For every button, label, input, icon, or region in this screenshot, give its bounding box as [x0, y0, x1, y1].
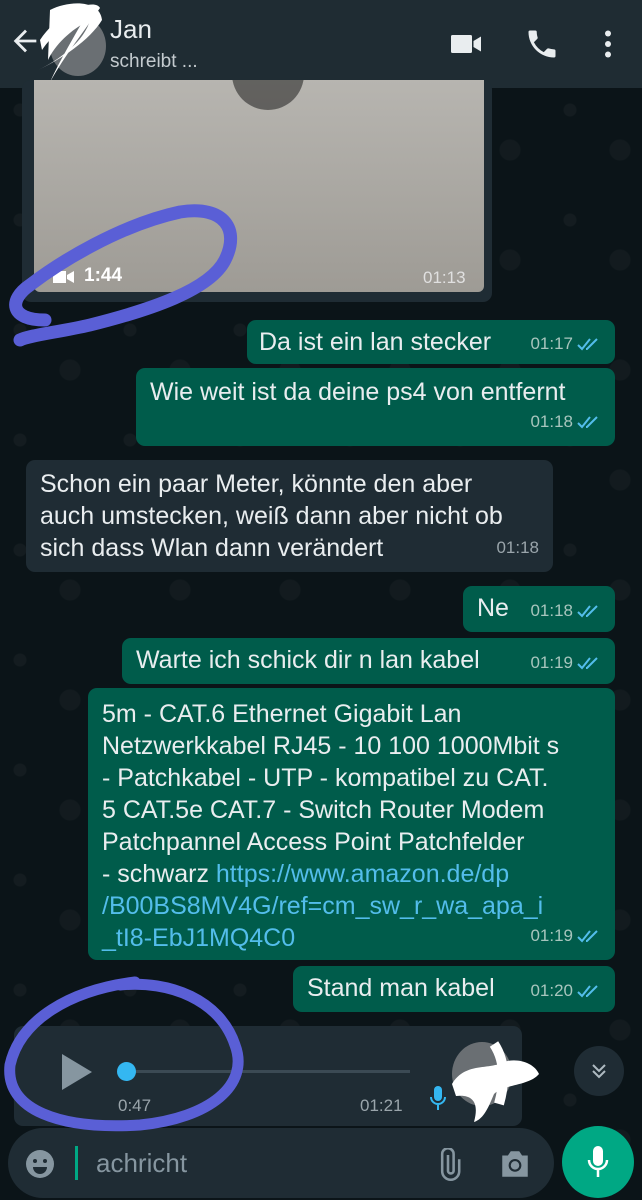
message-text-line: 5 CAT.5e CAT.7 - Switch Router Modem — [102, 796, 545, 824]
message-text-line: Schon ein paar Meter, könnte den aber — [40, 470, 473, 498]
message-time: 01:17 — [530, 334, 573, 353]
message-time: 01:18 — [530, 412, 573, 431]
camera-icon[interactable] — [498, 1148, 532, 1180]
message-time: 01:19 — [530, 653, 573, 672]
message-meta: 01:19 — [530, 920, 601, 952]
message-meta: 01:20 — [530, 975, 601, 1007]
product-link[interactable]: https://www.amazon.de/dp — [216, 860, 509, 888]
message-composer[interactable]: achricht — [8, 1128, 554, 1198]
outgoing-message[interactable]: 5m - CAT.6 Ethernet Gigabit Lan Netzwerk… — [88, 688, 615, 960]
outgoing-message[interactable]: Wie weit ist da deine ps4 von entfernt 0… — [136, 368, 615, 446]
avatar[interactable] — [30, 0, 120, 88]
voice-elapsed: 0:47 — [118, 1096, 152, 1115]
message-text-line: - schwarz https://www.amazon.de/dp — [102, 858, 601, 890]
message-text-line: 5m - CAT.6 Ethernet Gigabit Lan — [102, 700, 462, 728]
read-ticks-icon — [577, 605, 598, 618]
product-link[interactable]: _tI8-EbJ1MQ4C0 — [102, 922, 601, 954]
voice-progress-knob[interactable] — [117, 1062, 136, 1081]
chat-header: Jan schreibt ... — [0, 0, 642, 88]
incoming-message[interactable]: Schon ein paar Meter, könnte den aber au… — [26, 460, 553, 572]
message-meta: 01:17 — [530, 328, 601, 360]
read-ticks-icon — [577, 338, 598, 351]
emoji-icon[interactable] — [24, 1148, 56, 1180]
video-duration: 1:44 — [84, 265, 123, 286]
message-time: 01:18 — [530, 601, 573, 620]
message-text: Da ist ein lan stecker — [259, 328, 492, 356]
message-text-line: Netzwerkkabel RJ45 - 10 100 1000Mbit s — [102, 732, 560, 760]
message-text: Ne — [477, 594, 509, 622]
video-thumbnail[interactable] — [34, 80, 484, 292]
outgoing-message[interactable]: Ne 01:18 — [463, 586, 615, 632]
video-message[interactable]: 1:44 01:13 — [22, 80, 492, 302]
read-ticks-icon — [577, 930, 598, 943]
play-icon[interactable] — [232, 80, 304, 110]
paperclip-icon[interactable] — [432, 1148, 466, 1182]
message-time: 01:18 — [496, 538, 539, 557]
message-text: - schwarz — [102, 860, 216, 888]
message-time: 01:21 — [360, 1096, 403, 1115]
mic-icon — [587, 1146, 609, 1177]
play-icon[interactable] — [58, 1052, 94, 1092]
outgoing-message[interactable]: Warte ich schick dir n lan kabel 01:19 — [122, 638, 615, 684]
message-text: Warte ich schick dir n lan kabel — [136, 646, 480, 674]
voice-message[interactable]: 0:47 01:21 — [14, 1026, 539, 1126]
message-meta: 01:19 — [530, 647, 601, 679]
double-chevron-down-icon — [592, 1064, 606, 1079]
message-meta: 01:18 — [496, 532, 539, 564]
read-ticks-icon — [577, 657, 598, 670]
outgoing-message[interactable]: Stand man kabel 01:20 — [293, 966, 615, 1012]
text-cursor — [75, 1146, 78, 1180]
message-input[interactable]: achricht — [96, 1148, 187, 1179]
voice-progress-track[interactable] — [126, 1070, 410, 1073]
message-text-line: sich dass Wlan dann verändert — [40, 534, 384, 562]
message-text: Wie weit ist da deine ps4 von entfernt — [150, 378, 566, 406]
message-text-line: - Patchkabel - UTP - kompatibel zu CAT. — [102, 764, 549, 792]
message-text: Stand man kabel — [307, 974, 495, 1002]
message-text-line: auch umstecken, weiß dann aber nicht ob — [40, 502, 503, 530]
phone-icon[interactable] — [524, 26, 560, 62]
message-meta: 01:18 — [530, 595, 601, 627]
contact-name[interactable]: Jan — [110, 14, 152, 45]
message-meta: 01:18 — [530, 406, 601, 438]
outgoing-message[interactable]: Da ist ein lan stecker 01:17 — [247, 320, 615, 364]
product-link[interactable]: /B00BS8MV4G/ref=cm_sw_r_wa_apa_i — [102, 890, 601, 922]
sender-avatar — [452, 1041, 539, 1122]
more-vert-icon[interactable] — [590, 26, 626, 62]
video-camera-icon — [53, 271, 74, 283]
video-camera-icon[interactable] — [448, 26, 484, 62]
message-text-line: Patchpannel Access Point Patchfelder — [102, 828, 525, 856]
contact-status: schreibt ... — [110, 51, 198, 72]
message-time: 01:19 — [530, 926, 573, 945]
record-voice-button[interactable] — [562, 1126, 634, 1198]
message-time: 01:13 — [423, 268, 466, 287]
read-ticks-icon — [577, 985, 598, 998]
read-ticks-icon — [577, 416, 598, 429]
message-time: 01:20 — [530, 981, 573, 1000]
scroll-to-bottom-button[interactable] — [574, 1046, 624, 1096]
